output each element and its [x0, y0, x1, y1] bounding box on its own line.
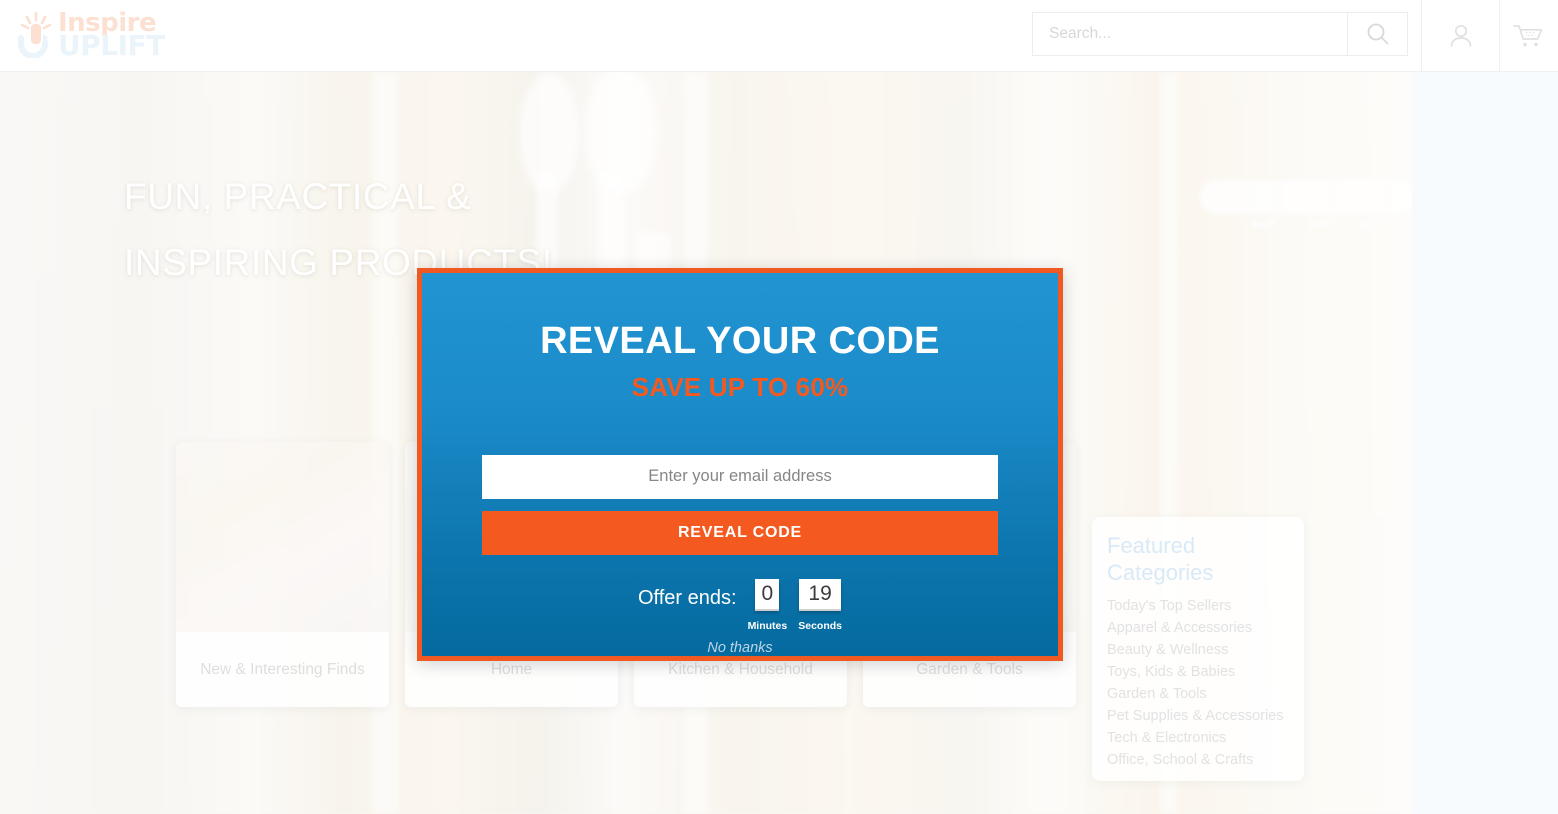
- featured-category-item[interactable]: Apparel & Accessories: [1107, 617, 1289, 639]
- reveal-code-modal: REVEAL YOUR CODE SAVE UP TO 60% REVEAL C…: [417, 268, 1063, 661]
- cart-button[interactable]: [1499, 0, 1558, 72]
- countdown-seconds-value: 19: [799, 579, 842, 609]
- search-icon: [1367, 23, 1388, 45]
- shopping-cart-icon: [1513, 25, 1543, 47]
- search-bar: [1032, 12, 1408, 56]
- hero-title-line-1: FUN, PRACTICAL &: [124, 176, 472, 217]
- email-input[interactable]: [482, 455, 998, 499]
- featured-category-item[interactable]: Tech & Electronics: [1107, 727, 1289, 749]
- featured-category-item[interactable]: Garden & Tools: [1107, 683, 1289, 705]
- featured-category-item[interactable]: Office, School & Crafts: [1107, 749, 1289, 771]
- countdown-label: Offer ends:: [637, 587, 737, 609]
- category-card-new-interesting-finds[interactable]: New & Interesting Finds: [176, 442, 389, 707]
- featured-categories-panel: Featured Categories Today's Top Sellers …: [1092, 517, 1304, 781]
- account-button[interactable]: [1421, 0, 1499, 72]
- countdown-minutes: 0 Minutes: [747, 579, 788, 632]
- dismiss-modal-link[interactable]: No thanks: [707, 640, 772, 656]
- featured-category-item[interactable]: Toys, Kids & Babies: [1107, 661, 1289, 683]
- featured-category-item[interactable]: Pet Supplies & Accessories: [1107, 705, 1289, 727]
- countdown-minutes-value: 0: [755, 579, 780, 609]
- featured-categories-title: Featured Categories: [1107, 533, 1214, 585]
- modal-title: REVEAL YOUR CODE: [540, 320, 940, 362]
- reveal-code-button[interactable]: REVEAL CODE: [482, 510, 998, 555]
- site-logo[interactable]: Inspire UPLIFT: [14, 6, 165, 64]
- countdown-minutes-label: Minutes: [747, 620, 788, 632]
- countdown-seconds-label: Seconds: [798, 620, 842, 632]
- featured-category-item[interactable]: Today's Top Sellers: [1107, 595, 1289, 617]
- featured-category-item[interactable]: Beauty & Wellness: [1107, 639, 1289, 661]
- search-input[interactable]: [1033, 13, 1347, 55]
- category-card-label: New & Interesting Finds: [200, 660, 365, 678]
- logo-text-uplift: UPLIFT: [58, 29, 165, 62]
- countdown-timer: Offer ends: 0 Minutes 19 Seconds: [638, 579, 842, 632]
- featured-categories-list: Today's Top Sellers Apparel & Accessorie…: [1107, 595, 1289, 771]
- site-logo-text: Inspire UPLIFT: [58, 10, 165, 60]
- page-root: FUN, PRACTICAL & INSPIRING PRODUCTS! New…: [0, 0, 1558, 814]
- category-card-image: [176, 442, 389, 632]
- modal-subtitle: SAVE UP TO 60%: [631, 372, 849, 402]
- sparkle-u-logo-icon: [18, 12, 52, 58]
- countdown-seconds: 19 Seconds: [798, 579, 842, 632]
- user-account-icon: [1450, 24, 1471, 47]
- search-button[interactable]: [1347, 13, 1407, 55]
- site-header: Inspire UPLIFT: [0, 0, 1558, 72]
- modal-body: REVEAL YOUR CODE SAVE UP TO 60% REVEAL C…: [422, 273, 1058, 656]
